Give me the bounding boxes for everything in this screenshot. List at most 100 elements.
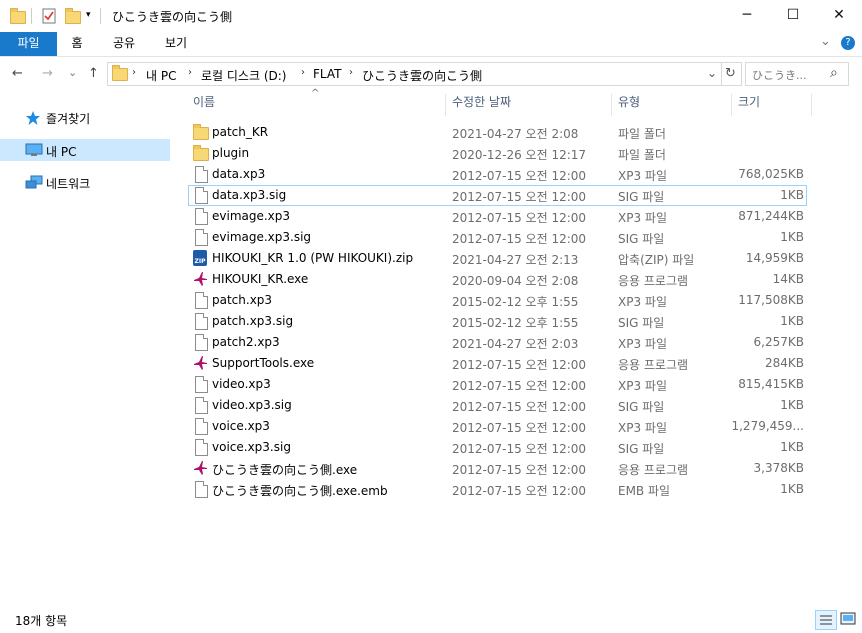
minimize-button[interactable]: ─ [724, 0, 770, 31]
file-icon [192, 292, 208, 309]
column-header-size[interactable]: 크기 [738, 94, 808, 116]
customize-toolbar-icon[interactable]: ▾ [86, 10, 91, 20]
breadcrumb-current-folder[interactable]: ひこうき雲の向こう側 [362, 67, 482, 84]
file-name: voice.xp3.sig [212, 440, 291, 454]
large-icons-view-button[interactable] [838, 610, 858, 628]
column-divider[interactable] [811, 94, 812, 116]
refresh-button[interactable]: ↻ [725, 66, 736, 81]
file-size: 117,508KB [738, 293, 804, 307]
file-date: 2012-07-15 오전 12:00 [452, 211, 587, 225]
tab-view[interactable]: 보기 [156, 32, 196, 56]
details-view-button[interactable] [815, 610, 837, 630]
file-row[interactable]: video.xp3.sig 2012-07-15 오전 12:00 SIG 파일 1K… [188, 395, 807, 416]
address-dropdown-button[interactable]: ⌄ [707, 66, 717, 80]
file-row[interactable]: voice.xp3.sig 2012-07-15 오전 12:00 SIG 파일 1K… [188, 437, 807, 458]
sidebar-item-quick-access[interactable]: 즐겨찾기 [0, 106, 170, 128]
address-bar[interactable]: › 내 PC › 로컬 디스크 (D:) › FLAT › ひこうき雲の向こう側… [107, 62, 742, 86]
file-type: SIG 파일 [618, 400, 665, 414]
file-row[interactable]: ZIP HIKOUKI_KR 1.0 (PW HIKOUKI).zip 2021-0… [188, 248, 807, 269]
file-size: 1KB [780, 398, 804, 412]
sort-ascending-icon: ^ [311, 88, 320, 99]
column-divider[interactable] [611, 94, 612, 116]
sidebar-item-this-pc[interactable]: 내 PC [0, 139, 170, 161]
file-date: 2012-07-15 오전 12:00 [452, 421, 587, 435]
tab-share[interactable]: 공유 [104, 32, 144, 56]
file-row[interactable]: data.xp3 2012-07-15 오전 12:00 XP3 파일 768,025… [188, 164, 807, 185]
file-date: 2012-07-15 오전 12:00 [452, 484, 587, 498]
file-type: 응용 프로그램 [618, 274, 689, 288]
file-date: 2021-04-27 오전 2:08 [452, 127, 579, 141]
forward-button[interactable]: → [42, 66, 53, 81]
file-row[interactable]: evimage.xp3.sig 2012-07-15 오전 12:00 SIG 파일… [188, 227, 807, 248]
file-date: 2012-07-15 오전 12:00 [452, 358, 587, 372]
file-row[interactable]: patch_KR 2021-04-27 오전 2:08 파일 폴더 [188, 122, 807, 143]
file-name: evimage.xp3.sig [212, 230, 312, 244]
expand-ribbon-icon[interactable]: ⌄ [820, 34, 831, 49]
file-size: 3,378KB [753, 461, 804, 475]
file-name: video.xp3.sig [212, 398, 292, 412]
title-bar: ▾ ひこうき雲の向こう側 ─ ☐ ✕ [0, 0, 862, 32]
sidebar-item-network[interactable]: 네트워크 [0, 171, 170, 193]
file-size: 1KB [780, 314, 804, 328]
tab-file[interactable]: 파일 [0, 32, 57, 56]
file-date: 2021-04-27 오전 2:13 [452, 253, 579, 267]
file-row[interactable]: voice.xp3 2012-07-15 오전 12:00 XP3 파일 1,279,… [188, 416, 807, 437]
search-box[interactable]: ひこうき... ⌕ [745, 62, 849, 86]
file-icon [192, 313, 208, 330]
back-button[interactable]: ← [12, 66, 23, 81]
file-type: SIG 파일 [618, 316, 665, 330]
file-row[interactable]: patch2.xp3 2021-04-27 오전 2:03 XP3 파일 6,257K… [188, 332, 807, 353]
file-icon [192, 334, 208, 351]
file-size: 14,959KB [745, 251, 804, 265]
column-header-label: 수정한 날짜 [452, 95, 512, 109]
breadcrumb-flat[interactable]: FLAT [313, 67, 341, 81]
maximize-button[interactable]: ☐ [770, 0, 816, 31]
file-row[interactable]: video.xp3 2012-07-15 오전 12:00 XP3 파일 815,41… [188, 374, 807, 395]
file-type: XP3 파일 [618, 379, 667, 393]
file-type: SIG 파일 [618, 232, 665, 246]
file-date: 2021-04-27 오전 2:03 [452, 337, 579, 351]
file-date: 2012-07-15 오전 12:00 [452, 190, 587, 204]
network-icon [25, 175, 43, 194]
file-icon [192, 397, 208, 414]
properties-icon[interactable] [42, 8, 56, 24]
file-type: SIG 파일 [618, 190, 665, 204]
file-size: 14KB [772, 272, 804, 286]
file-row[interactable]: HIKOUKI_KR.exe 2020-09-04 오전 2:08 응용 프로그램 1… [188, 269, 807, 290]
file-type: XP3 파일 [618, 337, 667, 351]
new-folder-icon[interactable] [65, 8, 81, 24]
file-row[interactable]: SupportTools.exe 2012-07-15 오전 12:00 응용 프로… [188, 353, 807, 374]
file-size: 1KB [780, 482, 804, 496]
column-header-date[interactable]: 수정한 날짜 [452, 94, 607, 116]
up-button[interactable]: ↑ [88, 66, 99, 81]
file-icon [192, 481, 208, 498]
chevron-right-icon: › [188, 67, 192, 78]
file-size: 815,415KB [738, 377, 804, 391]
column-divider[interactable] [445, 94, 446, 116]
breadcrumb-local-disk[interactable]: 로컬 디스크 (D:) [201, 67, 286, 84]
file-row[interactable]: evimage.xp3 2012-07-15 오전 12:00 XP3 파일 871,… [188, 206, 807, 227]
file-date: 2012-07-15 오전 12:00 [452, 232, 587, 246]
file-row[interactable]: patch.xp3.sig 2015-02-12 오후 1:55 SIG 파일 1KB [188, 311, 807, 332]
file-row[interactable]: ひこうき雲の向こう側.exe 2012-07-15 오전 12:00 응용 프로그램… [188, 458, 807, 479]
column-header-name[interactable]: 이름 ^ [193, 88, 443, 116]
file-name: patch.xp3.sig [212, 314, 294, 328]
file-date: 2015-02-12 오후 1:55 [452, 316, 579, 330]
divider [100, 8, 101, 24]
close-button[interactable]: ✕ [816, 0, 862, 31]
search-icon[interactable]: ⌕ [830, 65, 838, 81]
file-row[interactable]: ひこうき雲の向こう側.exe.emb 2012-07-15 오전 12:00 EMB… [188, 479, 807, 500]
help-icon[interactable]: ? [841, 36, 855, 50]
column-header-type[interactable]: 유형 [618, 94, 728, 116]
divider [31, 8, 32, 24]
tab-home[interactable]: 홈 [60, 32, 94, 56]
file-name: video.xp3 [212, 377, 271, 391]
column-divider[interactable] [731, 94, 732, 116]
recent-locations-button[interactable]: ⌄ [68, 66, 77, 79]
file-name: patch.xp3 [212, 293, 273, 307]
file-row[interactable]: plugin 2020-12-26 오전 12:17 파일 폴더 [188, 143, 807, 164]
file-name: ひこうき雲の向こう側.exe.emb [212, 484, 388, 498]
file-row[interactable]: patch.xp3 2015-02-12 오후 1:55 XP3 파일 117,508… [188, 290, 807, 311]
breadcrumb-this-pc[interactable]: 내 PC [146, 67, 176, 84]
file-row[interactable]: data.xp3.sig 2012-07-15 오전 12:00 SIG 파일 1KB [188, 185, 807, 206]
